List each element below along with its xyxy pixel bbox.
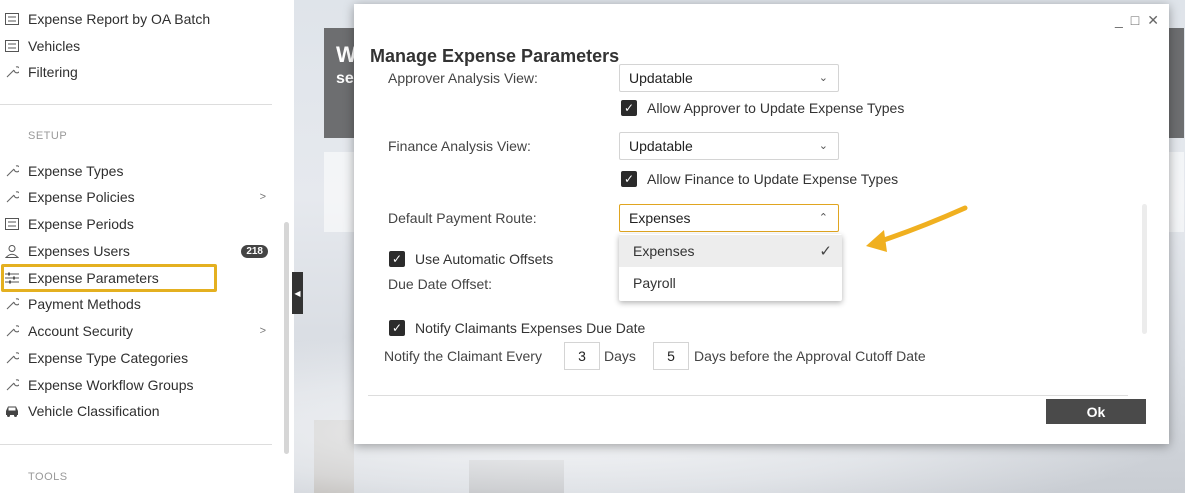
sidebar-item-label: Filtering [28, 64, 78, 80]
wrench-icon [4, 296, 20, 312]
wrench-icon [4, 323, 20, 339]
sidebar-item-label: Expense Type Categories [28, 350, 189, 366]
notify-claimants-checkbox[interactable]: ✓ Notify Claimants Expenses Due Date [389, 320, 645, 336]
chevron-right-icon[interactable]: > [260, 191, 266, 203]
notify-every-label: Notify the Claimant Every [384, 348, 542, 364]
list-icon [4, 216, 20, 232]
wrench-icon [4, 163, 20, 179]
sidebar-item-filtering[interactable]: Filtering [0, 60, 272, 84]
user-icon [4, 243, 20, 259]
sidebar-divider [0, 104, 272, 105]
car-icon [4, 403, 20, 419]
sidebar-item-expense-policies[interactable]: Expense Policies > [0, 185, 272, 209]
use-automatic-offsets-checkbox[interactable]: ✓ Use Automatic Offsets [389, 251, 553, 267]
checkmark-icon: ✓ [819, 243, 832, 260]
sidebar-item-label: Payment Methods [28, 296, 141, 312]
sidebar-item-vehicle-classification[interactable]: Vehicle Classification [0, 399, 272, 423]
chevron-up-icon: ⌃ [818, 212, 828, 224]
sidebar-item-expenses-users[interactable]: Expenses Users 218 [0, 239, 272, 263]
allow-approver-checkbox[interactable]: ✓ Allow Approver to Update Expense Types [621, 100, 904, 116]
sidebar-item-expense-report-by-oa-batch[interactable]: Expense Report by OA Batch [0, 7, 272, 31]
wrench-icon [4, 350, 20, 366]
sidebar: Expense Report by OA Batch Vehicles Filt… [0, 0, 290, 493]
list-icon [4, 11, 20, 27]
manage-expense-parameters-dialog: _ □ ✕ Manage Expense Parameters Approver… [354, 4, 1169, 444]
sidebar-item-label: Expense Policies [28, 189, 135, 205]
sidebar-item-payment-methods[interactable]: Payment Methods [0, 292, 272, 316]
banner-subtext: se [336, 70, 354, 87]
sidebar-collapse-handle[interactable]: ◀ [292, 272, 303, 314]
sidebar-item-label: Expense Types [28, 163, 124, 179]
sidebar-item-expense-types[interactable]: Expense Types [0, 159, 272, 183]
ok-button[interactable]: Ok [1046, 399, 1146, 424]
days-before-label: Days before the Approval Cutoff Date [694, 348, 926, 364]
checkbox-label: Use Automatic Offsets [415, 251, 554, 267]
checkbox-label: Notify Claimants Expenses Due Date [415, 320, 646, 336]
sidebar-item-label: Expenses Users [28, 243, 130, 259]
select-value: Updatable [629, 70, 693, 86]
checkbox-label: Allow Finance to Update Expense Types [647, 171, 899, 187]
sidebar-item-label: Vehicle Classification [28, 403, 160, 419]
list-icon [4, 38, 20, 54]
sidebar-item-expense-workflow-groups[interactable]: Expense Workflow Groups [0, 373, 272, 397]
section-label-setup: SETUP [28, 130, 68, 142]
finance-analysis-label: Finance Analysis View: [388, 138, 531, 154]
users-count-badge: 218 [241, 244, 268, 258]
allow-finance-checkbox[interactable]: ✓ Allow Finance to Update Expense Types [621, 171, 898, 187]
checkmark-icon: ✓ [389, 251, 405, 267]
payment-route-dropdown: Expenses ✓ Payroll [619, 234, 842, 301]
dialog-footer-divider [368, 395, 1128, 396]
finance-analysis-select[interactable]: Updatable ⌄ [619, 132, 839, 160]
sidebar-item-label: Expense Workflow Groups [28, 377, 194, 393]
sidebar-divider [0, 444, 272, 445]
highlight-box [1, 264, 217, 292]
wrench-icon [4, 64, 20, 80]
sidebar-scrollbar[interactable] [284, 222, 289, 454]
sidebar-item-label: Account Security [28, 323, 134, 339]
approver-analysis-label: Approver Analysis View: [388, 70, 538, 86]
close-icon[interactable]: ✕ [1147, 12, 1159, 29]
sidebar-item-account-security[interactable]: Account Security > [0, 319, 272, 343]
dropdown-option-expenses[interactable]: Expenses ✓ [619, 235, 842, 267]
days-label: Days [604, 348, 636, 364]
option-label: Payroll [633, 275, 676, 291]
checkbox-label: Allow Approver to Update Expense Types [647, 100, 905, 116]
sidebar-item-expense-type-categories[interactable]: Expense Type Categories [0, 346, 272, 370]
default-payment-route-select[interactable]: Expenses ⌃ [619, 204, 839, 232]
days-before-input[interactable]: 5 [653, 342, 689, 370]
checkmark-icon: ✓ [389, 320, 405, 336]
wrench-icon [4, 189, 20, 205]
approver-analysis-select[interactable]: Updatable ⌄ [619, 64, 839, 92]
dialog-scrollbar[interactable] [1142, 204, 1147, 334]
select-value: Expenses [629, 210, 691, 226]
dialog-title: Manage Expense Parameters [370, 46, 620, 66]
default-payment-route-label: Default Payment Route: [388, 210, 537, 226]
section-label-tools: TOOLS [28, 471, 68, 483]
due-date-offset-label: Due Date Offset: [388, 276, 493, 292]
sidebar-item-expense-periods[interactable]: Expense Periods [0, 212, 272, 236]
sidebar-item-label: Vehicles [28, 38, 81, 54]
minimize-icon[interactable]: _ [1115, 12, 1123, 29]
select-value: Updatable [629, 138, 693, 154]
sidebar-item-label: Expense Report by OA Batch [28, 11, 211, 27]
window-controls: _ □ ✕ [1115, 12, 1159, 29]
dropdown-option-payroll[interactable]: Payroll [619, 267, 842, 299]
sidebar-item-label: Expense Periods [28, 216, 134, 232]
checkmark-icon: ✓ [621, 171, 637, 187]
sidebar-item-vehicles[interactable]: Vehicles [0, 34, 272, 58]
maximize-icon[interactable]: □ [1131, 12, 1139, 29]
chevron-right-icon[interactable]: > [260, 325, 266, 337]
option-label: Expenses [633, 243, 695, 259]
checkmark-icon: ✓ [621, 100, 637, 116]
wrench-icon [4, 377, 20, 393]
notify-every-input[interactable]: 3 [564, 342, 600, 370]
chevron-down-icon: ⌄ [818, 72, 828, 84]
annotation-arrow-icon [866, 205, 968, 252]
chevron-down-icon: ⌄ [818, 140, 828, 152]
